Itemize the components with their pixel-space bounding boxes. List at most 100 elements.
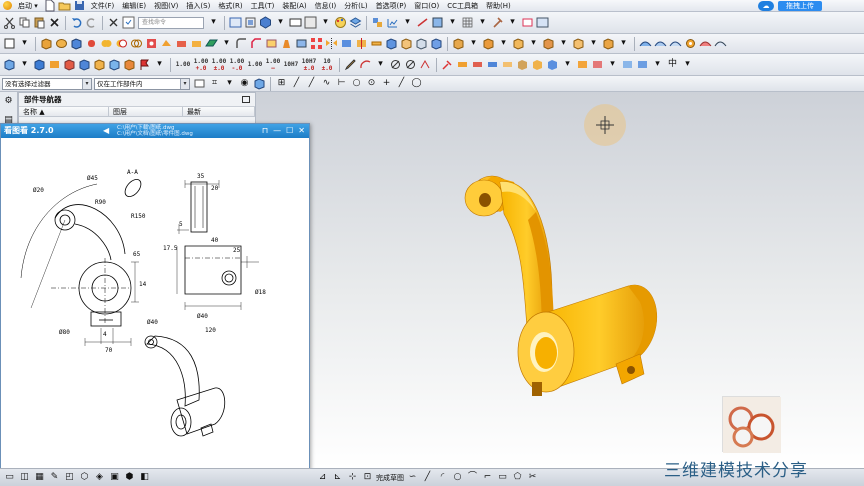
extrude-icon[interactable]: [40, 37, 53, 50]
pull-face-icon[interactable]: [512, 37, 525, 50]
replace-face-icon[interactable]: [400, 37, 413, 50]
hole-icon[interactable]: [145, 37, 158, 50]
tool-icon[interactable]: [546, 58, 559, 71]
tool-icon[interactable]: [486, 58, 499, 71]
split-body-icon[interactable]: [355, 37, 368, 50]
dropdown-arrow-icon[interactable]: ▾: [467, 37, 480, 50]
sketch-tool-icon[interactable]: ▣: [108, 471, 121, 484]
trim-body-icon[interactable]: [340, 37, 353, 50]
surface-icon[interactable]: [714, 37, 727, 50]
solid-icon[interactable]: [108, 58, 121, 71]
menu-assembly[interactable]: 装配(A): [278, 0, 310, 12]
sketch-tool-icon[interactable]: ◧: [138, 471, 151, 484]
select-all-icon[interactable]: ⌗: [208, 77, 221, 90]
snap-curve-icon[interactable]: ∿: [320, 77, 333, 90]
panel-icon[interactable]: [536, 16, 549, 29]
dropdown-arrow-icon[interactable]: ▾: [527, 37, 540, 50]
pocket-icon[interactable]: [175, 37, 188, 50]
tool-icon[interactable]: [621, 58, 634, 71]
sketch-tool-icon[interactable]: ⬢: [123, 471, 136, 484]
open-folder-icon[interactable]: [58, 0, 71, 12]
copy-icon[interactable]: [18, 16, 31, 29]
tool-icon[interactable]: [441, 58, 454, 71]
extract-icon[interactable]: [415, 37, 428, 50]
line-icon[interactable]: ╱: [421, 471, 434, 484]
sketch-icon[interactable]: [3, 37, 16, 50]
snap-slash-icon[interactable]: ╱: [395, 77, 408, 90]
arc-icon[interactable]: ◜: [436, 471, 449, 484]
filter-icon[interactable]: [193, 77, 206, 90]
measure-icon[interactable]: [416, 16, 429, 29]
fit-icon[interactable]: [244, 16, 257, 29]
dropdown-arrow-icon[interactable]: ▾: [446, 16, 459, 29]
snap-line-icon[interactable]: ╱: [290, 77, 303, 90]
upload-widget[interactable]: ☁ 拖拽上传: [758, 1, 856, 11]
dropdown-arrow-icon[interactable]: ▾: [374, 58, 387, 71]
new-file-icon[interactable]: [43, 0, 56, 12]
grid-icon[interactable]: [461, 16, 474, 29]
boss-icon[interactable]: [160, 37, 173, 50]
sync-modeling-icon[interactable]: [452, 37, 465, 50]
arc-icon[interactable]: [359, 58, 372, 71]
solid-icon[interactable]: [63, 58, 76, 71]
circle-slash-icon[interactable]: [389, 58, 402, 71]
dropdown-arrow-icon[interactable]: ▾: [561, 58, 574, 71]
snap-grid-icon[interactable]: ⊞: [275, 77, 288, 90]
close-icon[interactable]: ✕: [298, 124, 305, 138]
paste-icon[interactable]: [33, 16, 46, 29]
eye-icon[interactable]: ◉: [238, 77, 251, 90]
shell-icon[interactable]: [265, 37, 278, 50]
dropdown-arrow-icon[interactable]: ▾: [18, 58, 31, 71]
edge-blend-icon[interactable]: [235, 37, 248, 50]
solid-icon[interactable]: [123, 58, 136, 71]
assembly-icon[interactable]: [371, 16, 384, 29]
delete-icon[interactable]: [48, 16, 61, 29]
menu-file[interactable]: 文件(F): [87, 0, 119, 12]
snap-line-icon[interactable]: ╱: [305, 77, 318, 90]
column-header-layer[interactable]: 图层: [109, 107, 183, 116]
sketch-tool-icon[interactable]: ◫: [18, 471, 31, 484]
menu-cc-toolbox[interactable]: CC工具箱: [443, 0, 482, 12]
fit-tolerance-icon[interactable]: 10H7: [283, 61, 299, 68]
shaded-cube-icon[interactable]: [259, 16, 272, 29]
column-header-latest[interactable]: 最新: [183, 107, 255, 116]
redo-icon[interactable]: [85, 16, 98, 29]
fit-tolerance-icon[interactable]: 10H7 ±.0: [301, 58, 317, 72]
speaker-icon[interactable]: ◀: [103, 124, 109, 138]
unite-icon[interactable]: [100, 37, 113, 50]
undo-icon[interactable]: [70, 16, 83, 29]
dropdown-arrow-icon[interactable]: ▾: [617, 37, 630, 50]
offset-face-icon[interactable]: [295, 37, 308, 50]
block-icon[interactable]: [70, 37, 83, 50]
tool-icon[interactable]: [471, 58, 484, 71]
dropdown-arrow-icon[interactable]: ▾: [223, 77, 236, 90]
dropdown-arrow-icon[interactable]: ▾: [476, 16, 489, 29]
menu-info[interactable]: 信息(I): [311, 0, 341, 12]
finish-sketch-label[interactable]: 完成草图: [376, 473, 404, 483]
surface-icon[interactable]: [654, 37, 667, 50]
pad-icon[interactable]: [190, 37, 203, 50]
minimize-icon[interactable]: —: [273, 124, 281, 138]
draft-icon[interactable]: [280, 37, 293, 50]
diameter-icon[interactable]: [404, 58, 417, 71]
sketch-tool-icon[interactable]: ◰: [63, 471, 76, 484]
maximize-icon[interactable]: ☐: [286, 124, 293, 138]
chamfer-icon[interactable]: [250, 37, 263, 50]
trim-icon[interactable]: ✂: [526, 471, 539, 484]
menu-edit[interactable]: 编辑(E): [118, 0, 150, 12]
sketch-tool-icon[interactable]: ⊾: [331, 471, 344, 484]
menu-preferences[interactable]: 首选项(P): [372, 0, 411, 12]
surface-icon[interactable]: [669, 37, 682, 50]
fit-tolerance-icon[interactable]: 10 ±.0: [319, 58, 335, 72]
close-x-icon[interactable]: [107, 16, 120, 29]
drawing-canvas[interactable]: Ø45 Ø20 R90 A-A R150 65 Ø80 Ø40 4 70 35 …: [1, 138, 309, 469]
menu-tools[interactable]: 工具(T): [247, 0, 279, 12]
menu-window[interactable]: 窗口(O): [410, 0, 443, 12]
delete-face-icon[interactable]: [572, 37, 585, 50]
dropdown-arrow-icon[interactable]: ▾: [319, 16, 332, 29]
menu-analysis[interactable]: 分析(L): [340, 0, 371, 12]
snap-circle-icon[interactable]: ○: [350, 77, 363, 90]
tolerance-icon[interactable]: 1.00—: [265, 58, 281, 72]
rectangle-icon[interactable]: ▭: [496, 471, 509, 484]
tool-icon[interactable]: [576, 58, 589, 71]
